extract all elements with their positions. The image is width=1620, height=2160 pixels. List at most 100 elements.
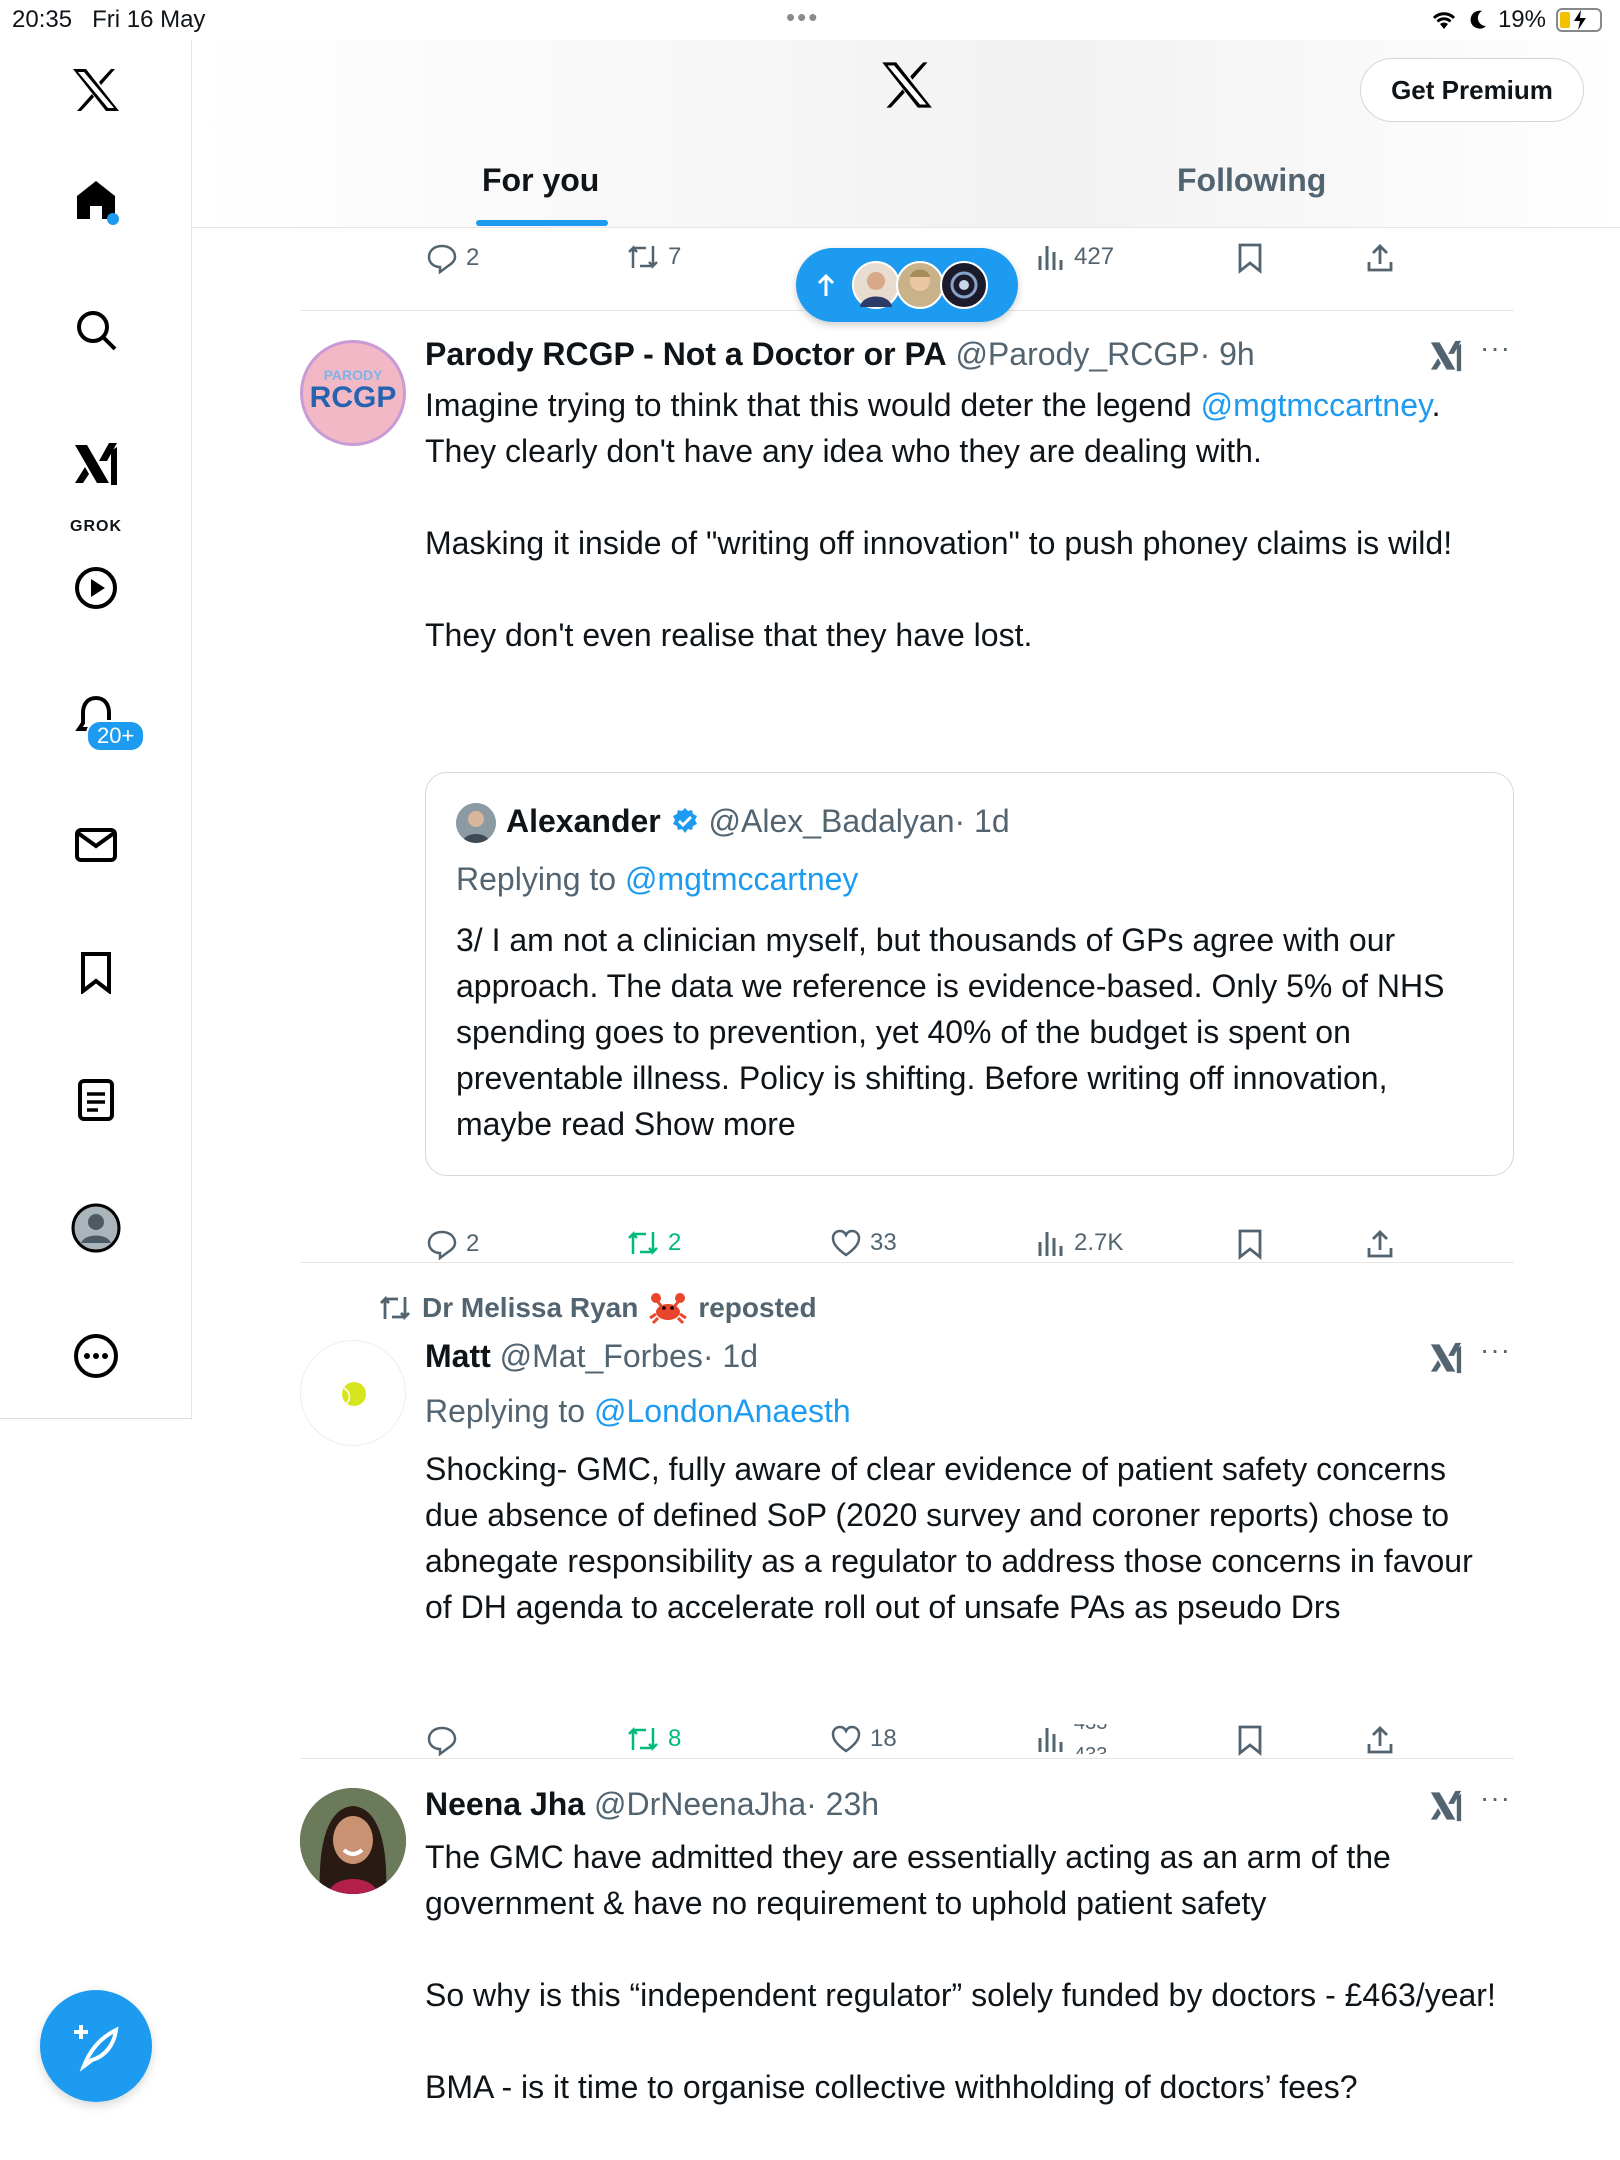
timestamp[interactable]: · 23h [806,1786,879,1822]
list-icon [78,1079,114,1121]
bookmark-button[interactable] [1236,1228,1264,1260]
home-notification-dot [107,213,119,225]
mention-link[interactable]: @mgtmccartney [1201,387,1432,423]
bookmark-button[interactable] [1236,242,1264,274]
header-x-logo[interactable] [880,60,934,115]
repost-button[interactable]: 8 [626,1724,681,1754]
quote-replying-to: Replying to @mgtmccartney [456,861,859,897]
view-count-rolling: 433 433 [1074,1724,1124,1754]
repost-icon [628,1230,658,1256]
sidebar: GROK 20+ [0,40,192,1420]
view-count: 427 [1074,243,1115,270]
like-button[interactable]: 33 [830,1228,897,1258]
grok-label: GROK [70,518,122,535]
handle[interactable]: @Mat_Forbes [500,1338,703,1374]
bookmark-icon [1238,243,1262,274]
share-button[interactable] [1364,1724,1396,1756]
sidebar-divider [0,1418,192,1419]
new-post-avatar-1 [852,261,900,309]
quote-display-name: Alexander [506,803,661,839]
views-button[interactable]: 427 [1036,242,1114,272]
share-button[interactable] [1364,1228,1396,1260]
sidebar-item-bookmarks[interactable] [56,932,136,1012]
views-chart-icon [1038,1232,1063,1256]
battery-percent: 19% [1497,6,1546,33]
avatar[interactable]: PARODY RCGP [300,340,406,446]
avatar-rcgp-label: RCGP [309,381,397,414]
repost-count: 8 [668,1725,682,1752]
sidebar-item-messages[interactable] [56,804,136,884]
quote-reply-mention[interactable]: @mgtmccartney [625,861,858,897]
like-count: 33 [870,1229,897,1256]
sidebar-item-explore[interactable] [56,290,136,370]
handle[interactable]: @Parody_RCGP [955,336,1199,372]
share-icon [1367,1230,1393,1258]
sidebar-item-home[interactable] [56,160,136,240]
get-premium-button[interactable]: Get Premium [1360,58,1584,122]
views-button[interactable]: 433 433 [1036,1724,1124,1754]
like-button[interactable]: 18 [830,1724,897,1754]
more-options-icon[interactable]: ··· [1480,1782,1511,1814]
more-options-icon[interactable]: ··· [1480,332,1511,364]
views-button[interactable]: 2.7K [1036,1228,1123,1258]
grok-explain-icon[interactable] [1428,1788,1464,1824]
quote-timestamp: · 1d [954,803,1010,839]
wifi-icon [1432,12,1456,29]
avatar[interactable] [300,1788,406,1894]
quote-text: 3/ I am not a clinician myself, but thou… [456,922,1445,1142]
handle[interactable]: @DrNeenaJha [594,1786,806,1822]
grok-explain-icon[interactable] [1428,1340,1464,1376]
reposted-label: reposted [698,1292,817,1323]
quoted-tweet[interactable]: Alexander @Alex_Badalyan· 1d Replying to… [425,772,1514,1176]
repost-count: 2 [668,1229,682,1256]
battery-icon [1556,8,1602,32]
display-name[interactable]: Parody RCGP - Not a Doctor or PA [425,336,947,372]
reply-button[interactable] [426,1724,466,1756]
x-logo[interactable] [56,50,136,130]
display-name[interactable]: Matt [425,1338,491,1374]
reply-icon [427,1726,457,1756]
profile-avatar-icon [71,1203,121,1253]
tweet-header: Parody RCGP - Not a Doctor or PA @Parody… [425,336,1255,373]
reply-button[interactable]: 2 [426,242,479,274]
avatar[interactable] [300,1340,406,1446]
tab-for-you[interactable]: For you [482,162,599,199]
show-new-posts-pill[interactable] [796,248,1018,322]
replying-to: Replying to @LondonAnaesth [425,1393,851,1429]
reply-button[interactable]: 2 [426,1228,479,1260]
tweet-divider [300,1262,1514,1263]
compose-button[interactable] [40,1990,152,2102]
bookmark-icon [1238,1725,1262,1756]
verified-badge-icon [672,808,697,833]
timestamp[interactable]: · 1d [703,1338,758,1374]
repost-button[interactable]: 2 [626,1228,681,1258]
quote-avatar [456,803,496,843]
share-icon [1367,244,1393,272]
sidebar-item-more[interactable] [56,1316,136,1396]
grok-explain-icon[interactable] [1428,338,1464,374]
like-count: 18 [870,1725,897,1752]
repost-button[interactable]: 7 [626,242,681,272]
share-button[interactable] [1364,242,1396,274]
search-icon [77,311,117,351]
bookmark-button[interactable] [1236,1724,1264,1756]
sidebar-item-lists[interactable] [56,1060,136,1140]
sidebar-item-grok[interactable] [56,424,136,504]
timestamp[interactable]: · 9h [1200,336,1255,372]
play-icon [75,567,117,609]
person-photo-icon [300,1788,406,1894]
reposted-by-name[interactable]: Dr Melissa Ryan [422,1292,638,1324]
x-logo-icon [73,69,119,111]
moon-icon [1470,10,1486,29]
sidebar-item-video[interactable] [56,548,136,628]
more-options-icon[interactable]: ··· [1480,1334,1511,1366]
show-more-link[interactable]: Show more [634,1106,796,1142]
multitask-dots-icon[interactable]: ••• [786,2,819,33]
reply-mention-link[interactable]: @LondonAnaesth [594,1393,851,1429]
sidebar-item-profile[interactable] [56,1188,136,1268]
repost-icon [628,1726,658,1752]
notification-badge: 20+ [86,720,146,752]
display-name[interactable]: Neena Jha [425,1786,585,1822]
tab-following[interactable]: Following [1177,162,1326,199]
view-count: 2.7K [1074,1229,1124,1256]
